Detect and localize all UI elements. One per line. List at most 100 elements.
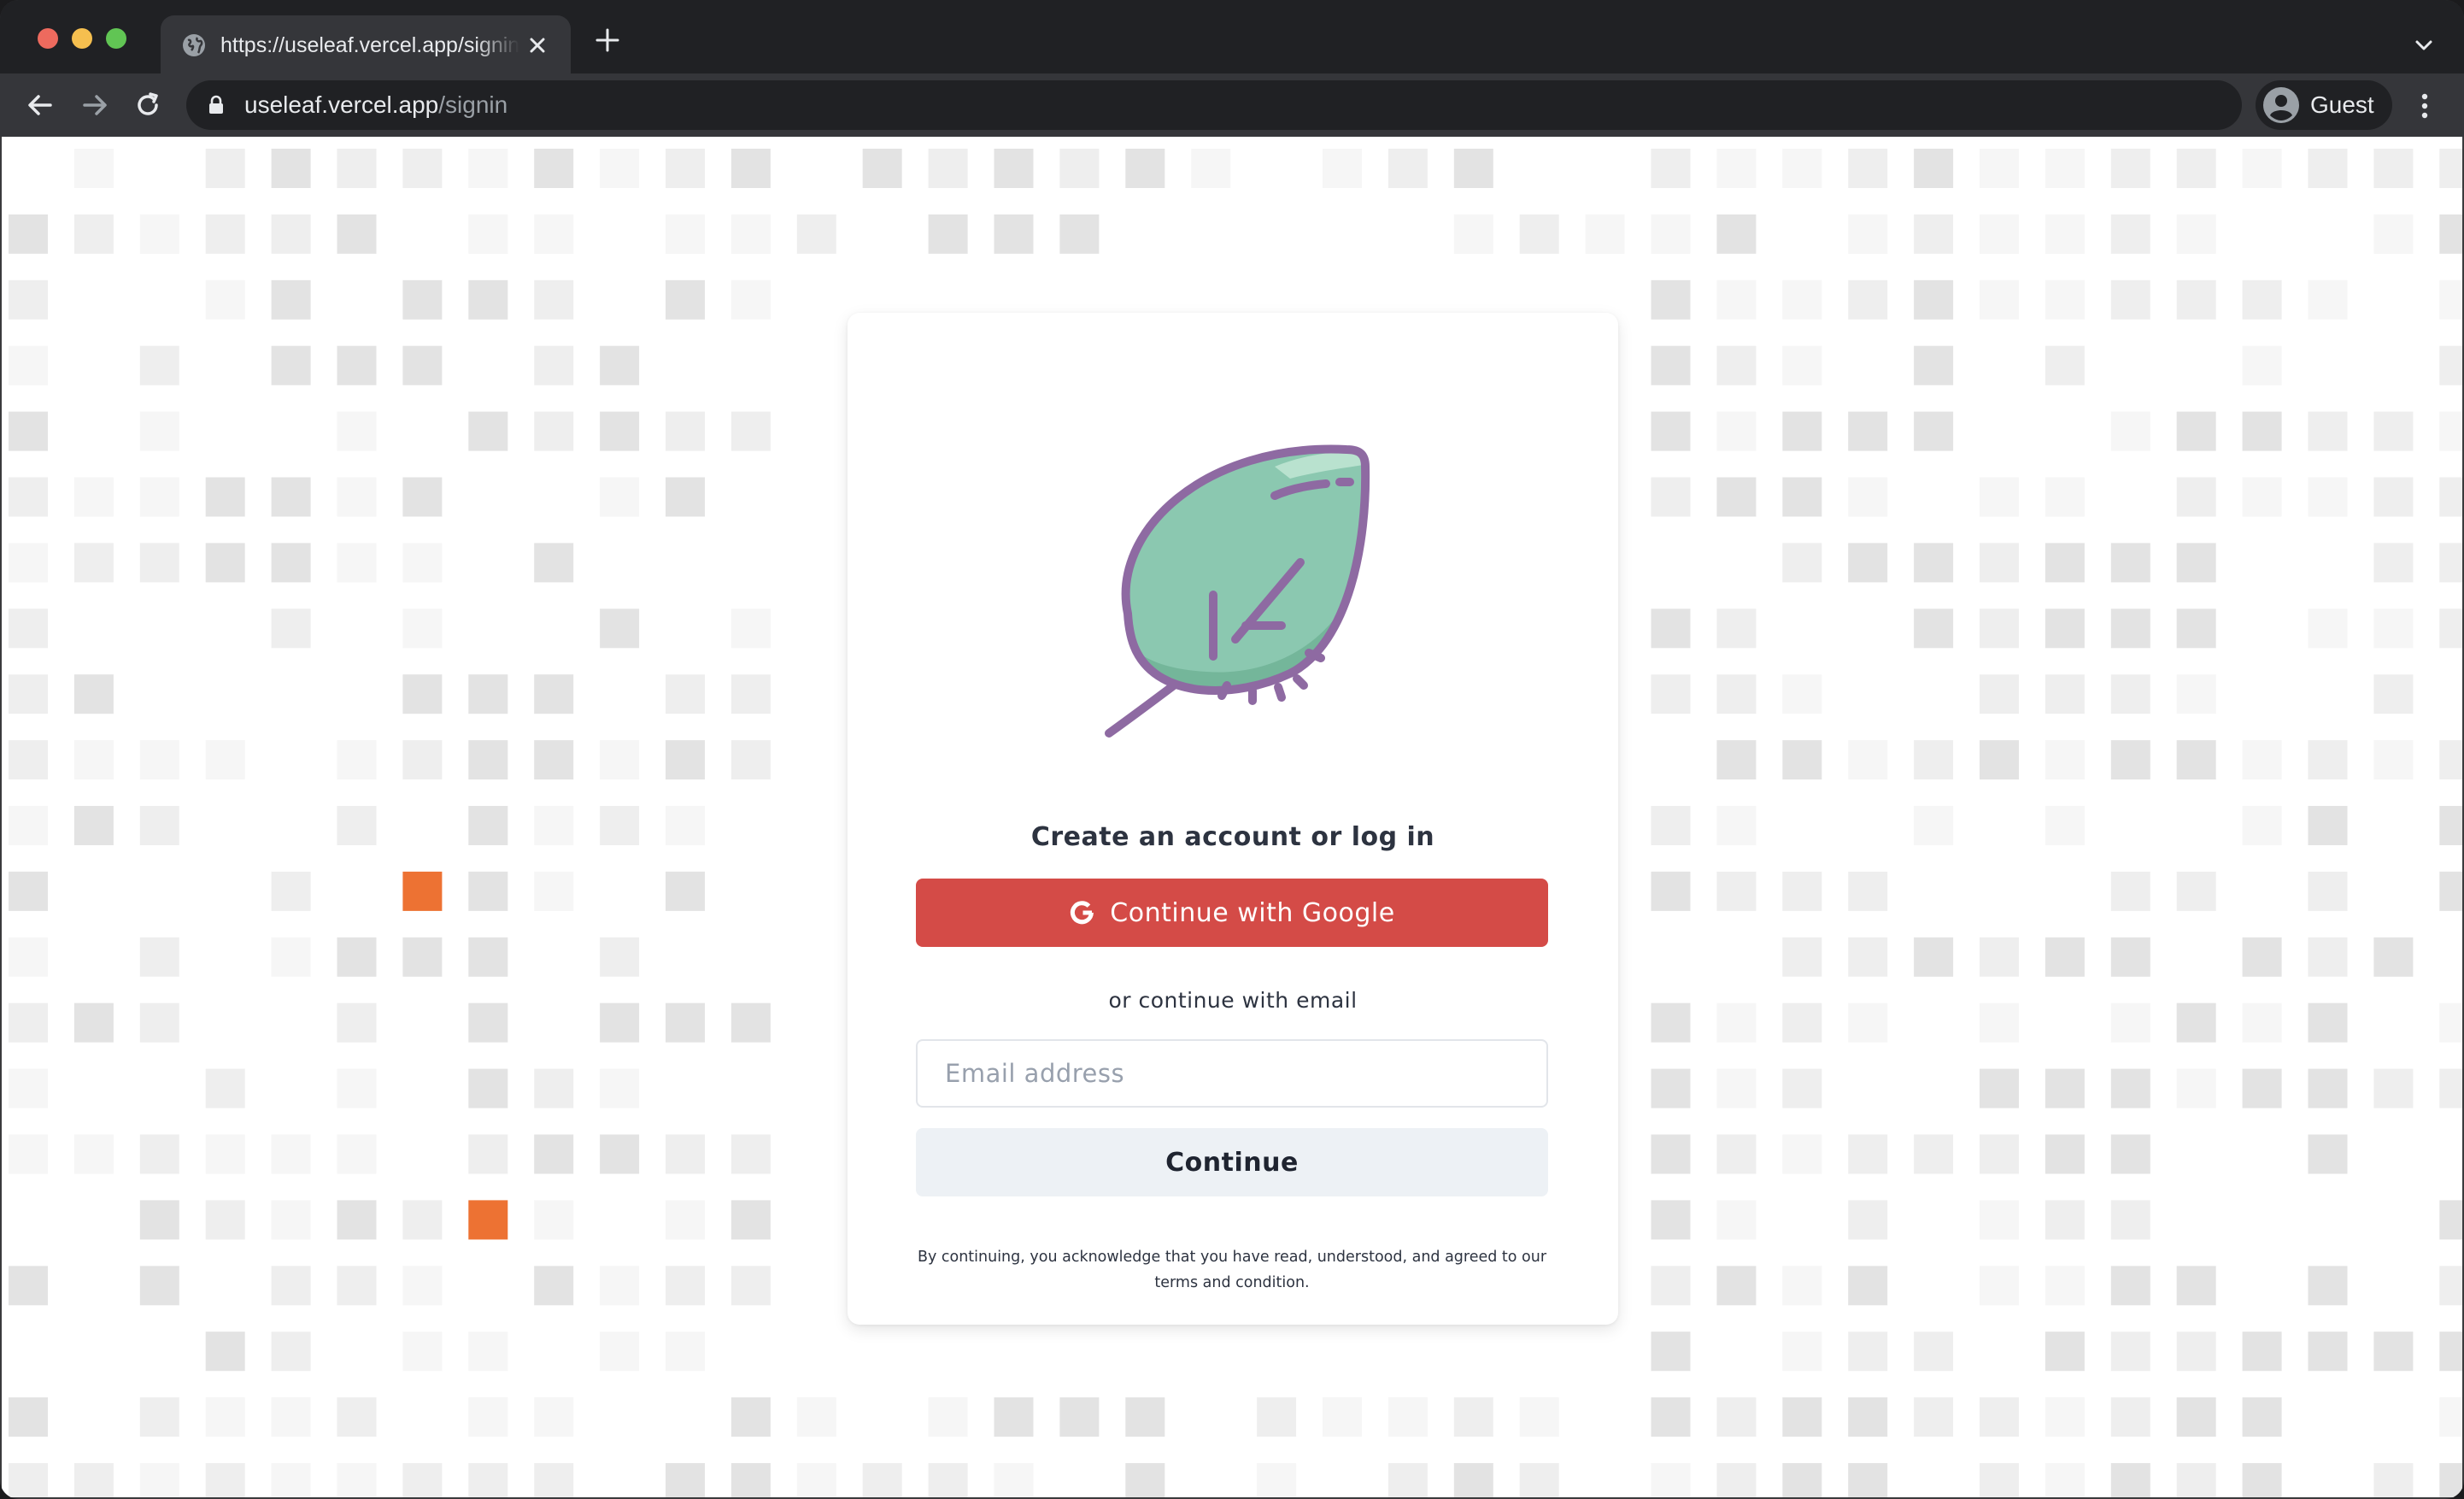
background-tile	[468, 1331, 508, 1372]
arrow-left-icon[interactable]	[22, 87, 58, 123]
background-tile	[468, 1463, 508, 1497]
background-tile	[468, 740, 508, 780]
background-tile	[2308, 149, 2348, 188]
background-tile	[1125, 149, 1165, 188]
background-tile	[534, 1266, 574, 1306]
background-tile	[1651, 806, 1691, 845]
background-tile	[1980, 1134, 2019, 1174]
arrow-right-icon[interactable]	[77, 87, 113, 123]
background-tile	[862, 149, 902, 188]
background-tile	[2110, 937, 2150, 977]
background-tile	[2373, 411, 2414, 451]
background-tile	[1782, 1331, 1822, 1372]
background-tile	[1782, 1002, 1822, 1043]
background-tile	[1848, 1266, 1888, 1306]
background-tile	[730, 1266, 771, 1306]
background-tile	[402, 279, 443, 320]
background-tile	[271, 345, 311, 385]
background-tile	[9, 1002, 48, 1043]
url-text: useleaf.vercel.app/signin	[244, 91, 507, 120]
accent-tile	[402, 871, 443, 911]
background-tile	[2439, 1002, 2462, 1043]
background-tile	[994, 1397, 1034, 1437]
browser-tab-active[interactable]: https://useleaf.vercel.app/signin	[161, 15, 571, 73]
background-tile	[1716, 279, 1757, 320]
background-tile	[205, 477, 245, 517]
background-tile	[666, 1331, 705, 1372]
background-tile	[139, 1266, 179, 1306]
background-tile	[730, 740, 771, 780]
email-field[interactable]	[916, 1039, 1548, 1108]
background-tile	[1387, 149, 1428, 188]
background-tile	[139, 806, 179, 845]
background-tile	[9, 279, 48, 320]
chevron-down-icon[interactable]	[2411, 32, 2437, 58]
background-tile	[205, 149, 245, 188]
profile-button[interactable]: Guest	[2256, 80, 2392, 130]
background-tile	[1585, 214, 1625, 254]
background-tile	[600, 806, 640, 845]
kebab-menu-icon[interactable]	[2414, 91, 2435, 121]
background-tile	[2439, 543, 2462, 583]
background-tile	[9, 411, 48, 451]
plus-icon[interactable]	[593, 26, 622, 55]
background-tile	[534, 149, 574, 188]
background-tile	[139, 1134, 179, 1174]
background-tile	[1651, 1134, 1691, 1174]
background-tile	[1980, 1266, 2019, 1306]
maximize-window-button[interactable]	[106, 28, 126, 49]
background-tile	[1980, 279, 2019, 320]
background-tile	[2176, 1331, 2216, 1372]
lock-icon[interactable]	[207, 95, 226, 115]
background-tile	[139, 543, 179, 583]
background-tile	[1716, 608, 1757, 649]
background-tile	[1914, 279, 1954, 320]
background-tile	[468, 1068, 508, 1108]
background-tile	[9, 674, 48, 714]
background-tile	[2439, 806, 2462, 845]
background-tile	[928, 1463, 968, 1497]
background-tile	[534, 411, 574, 451]
background-tile	[928, 214, 968, 254]
background-tile	[1980, 149, 2019, 188]
background-tile	[2439, 1200, 2462, 1240]
background-tile	[600, 149, 640, 188]
background-tile	[2308, 871, 2348, 911]
minimize-window-button[interactable]	[72, 28, 92, 49]
background-tile	[2242, 345, 2282, 385]
background-tile	[534, 543, 574, 583]
background-tile	[1519, 1397, 1559, 1437]
background-tile	[2373, 477, 2414, 517]
background-tile	[1980, 740, 2019, 780]
background-tile	[1980, 1463, 2019, 1497]
background-tile	[994, 1463, 1034, 1497]
background-tile	[1848, 543, 1888, 583]
background-tile	[666, 1266, 705, 1306]
close-window-button[interactable]	[38, 28, 58, 49]
continue-button[interactable]: Continue	[916, 1128, 1548, 1196]
reload-icon[interactable]	[130, 87, 166, 123]
background-tile	[1716, 806, 1757, 845]
background-tile	[666, 1463, 705, 1497]
background-tile	[2242, 1397, 2282, 1437]
background-tile	[600, 1266, 640, 1306]
background-tile	[666, 149, 705, 188]
background-tile	[2308, 1331, 2348, 1372]
continue-with-google-button[interactable]: Continue with Google	[916, 879, 1548, 947]
background-tile	[1716, 345, 1757, 385]
background-tile	[1782, 279, 1822, 320]
close-icon[interactable]	[526, 34, 549, 56]
background-tile	[271, 214, 311, 254]
background-tile	[2373, 674, 2414, 714]
background-tile	[1716, 1397, 1757, 1437]
background-tile	[271, 1200, 311, 1240]
background-tile	[2308, 477, 2348, 517]
background-tile	[205, 1068, 245, 1108]
background-tile	[2045, 937, 2085, 977]
background-tile	[337, 543, 377, 583]
background-tile	[730, 608, 771, 649]
background-tile	[1323, 1397, 1362, 1437]
background-tile	[2045, 1331, 2085, 1372]
background-tile	[666, 806, 705, 845]
address-bar[interactable]: useleaf.vercel.app/signin	[186, 80, 2242, 130]
